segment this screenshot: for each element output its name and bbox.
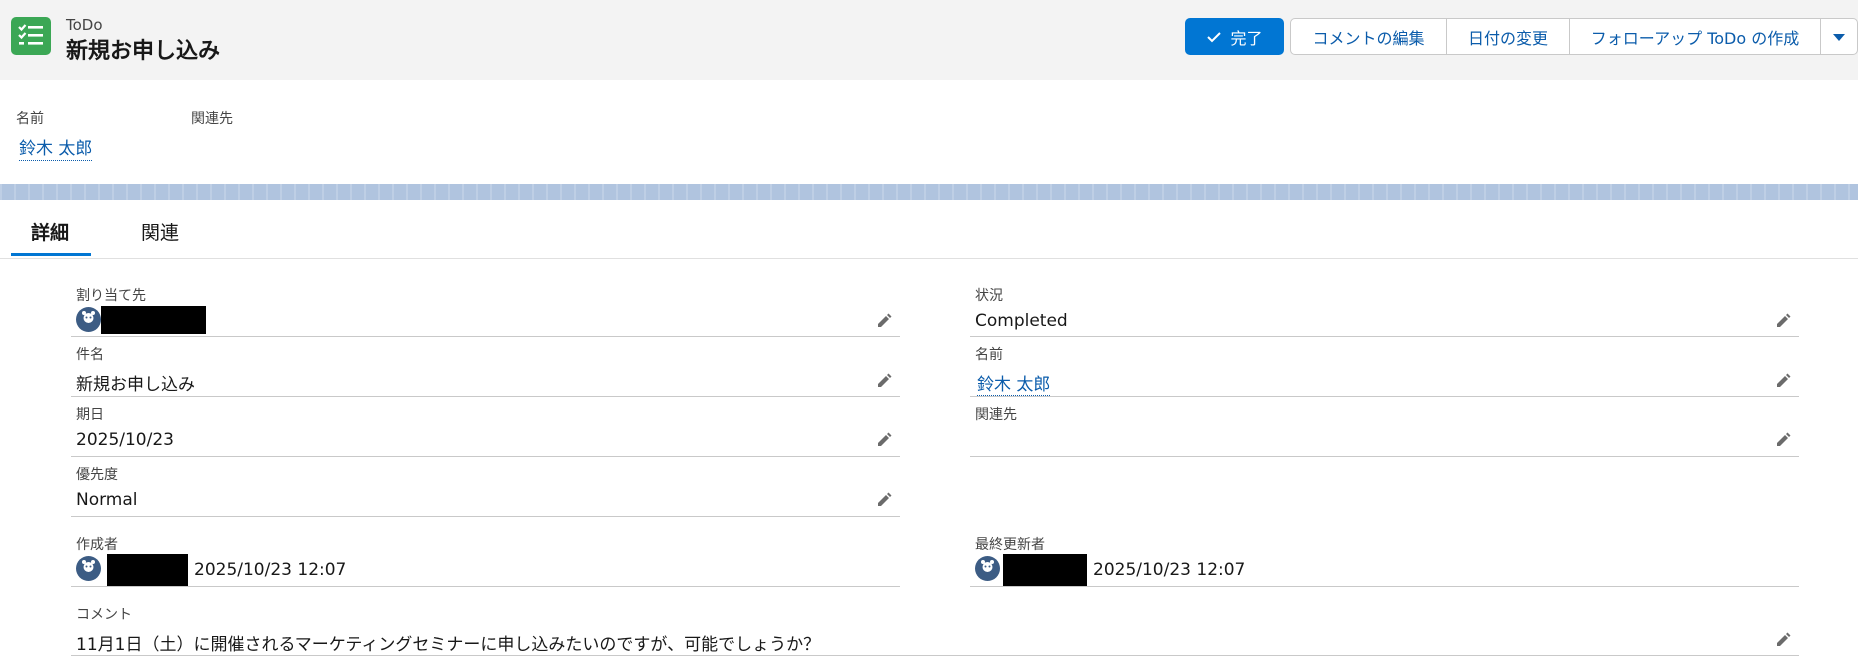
edit-pencil-icon[interactable] bbox=[875, 371, 893, 389]
create-followup-button[interactable]: フォローアップ ToDo の作成 bbox=[1569, 18, 1821, 55]
complete-button-label: 完了 bbox=[1230, 28, 1263, 48]
tab-bar bbox=[0, 200, 1858, 259]
field-divider bbox=[970, 396, 1799, 397]
edit-pencil-icon[interactable] bbox=[1774, 430, 1792, 448]
change-date-button[interactable]: 日付の変更 bbox=[1446, 18, 1570, 55]
complete-button[interactable]: 完了 bbox=[1185, 18, 1284, 55]
highlights-panel: 名前 鈴木 太郎 関連先 bbox=[0, 80, 1858, 184]
last-modified-time: 2025/10/23 12:07 bbox=[1093, 560, 1246, 580]
comment-value: 11月1日（土）に開催されるマーケティングセミナーに申し込みたいのですが、可能で… bbox=[76, 635, 821, 655]
subject-value: 新規お申し込み bbox=[76, 375, 195, 395]
edit-pencil-icon[interactable] bbox=[875, 311, 893, 329]
created-by-label: 作成者 bbox=[76, 537, 118, 553]
check-icon bbox=[1207, 31, 1222, 42]
field-divider bbox=[970, 586, 1799, 587]
user-avatar-icon bbox=[76, 307, 101, 332]
field-divider bbox=[71, 336, 900, 337]
object-type-label: ToDo bbox=[66, 16, 103, 34]
edit-pencil-icon[interactable] bbox=[1774, 311, 1792, 329]
redacted-assignee[interactable] bbox=[101, 306, 206, 334]
name-label: 名前 bbox=[975, 347, 1003, 363]
priority-label: 優先度 bbox=[76, 467, 118, 483]
comment-label: コメント bbox=[76, 607, 132, 623]
redacted-modifier[interactable] bbox=[1003, 554, 1087, 586]
field-divider bbox=[71, 586, 900, 587]
field-divider bbox=[970, 456, 1799, 457]
create-followup-label: フォローアップ ToDo の作成 bbox=[1590, 28, 1800, 48]
due-date-label: 期日 bbox=[76, 407, 104, 423]
edit-comment-button[interactable]: コメントの編集 bbox=[1290, 18, 1447, 55]
edit-comment-label: コメントの編集 bbox=[1312, 28, 1425, 48]
last-modified-label: 最終更新者 bbox=[975, 537, 1045, 553]
field-divider bbox=[71, 655, 1799, 656]
more-actions-button[interactable] bbox=[1820, 18, 1858, 55]
highlight-name-label: 名前 bbox=[16, 111, 44, 127]
edit-pencil-icon[interactable] bbox=[875, 430, 893, 448]
edit-pencil-icon[interactable] bbox=[1774, 630, 1792, 648]
subject-label: 件名 bbox=[76, 347, 104, 363]
active-tab-indicator bbox=[11, 253, 91, 256]
field-divider bbox=[71, 396, 900, 397]
priority-value: Normal bbox=[76, 490, 138, 510]
tab-related[interactable]: 関連 bbox=[141, 218, 179, 245]
redacted-creator[interactable] bbox=[107, 554, 188, 586]
name-link[interactable]: 鈴木 太郎 bbox=[977, 370, 1051, 396]
highlight-name-link[interactable]: 鈴木 太郎 bbox=[19, 134, 93, 161]
edit-pencil-icon[interactable] bbox=[875, 490, 893, 508]
decorative-band bbox=[0, 184, 1858, 200]
status-value: Completed bbox=[975, 311, 1068, 331]
status-label: 状況 bbox=[975, 288, 1003, 304]
user-avatar-icon bbox=[975, 556, 1000, 581]
task-checklist-icon bbox=[11, 17, 51, 55]
change-date-label: 日付の変更 bbox=[1467, 28, 1548, 48]
page-title: 新規お申し込み bbox=[66, 39, 221, 64]
assigned-to-label: 割り当て先 bbox=[76, 288, 146, 304]
due-date-value: 2025/10/23 bbox=[76, 430, 174, 450]
tab-details[interactable]: 詳細 bbox=[31, 218, 69, 245]
field-divider bbox=[71, 456, 900, 457]
created-by-time: 2025/10/23 12:07 bbox=[194, 560, 347, 580]
field-divider bbox=[970, 336, 1799, 337]
related-to-label: 関連先 bbox=[975, 407, 1017, 423]
chevron-down-icon bbox=[1833, 33, 1845, 41]
user-avatar-icon bbox=[76, 556, 101, 581]
edit-pencil-icon[interactable] bbox=[1774, 371, 1792, 389]
highlight-related-label: 関連先 bbox=[191, 111, 233, 127]
page-header: ToDo 新規お申し込み 完了 コメントの編集 日付の変更 フォローアップ To… bbox=[0, 0, 1858, 80]
field-divider bbox=[71, 516, 900, 517]
